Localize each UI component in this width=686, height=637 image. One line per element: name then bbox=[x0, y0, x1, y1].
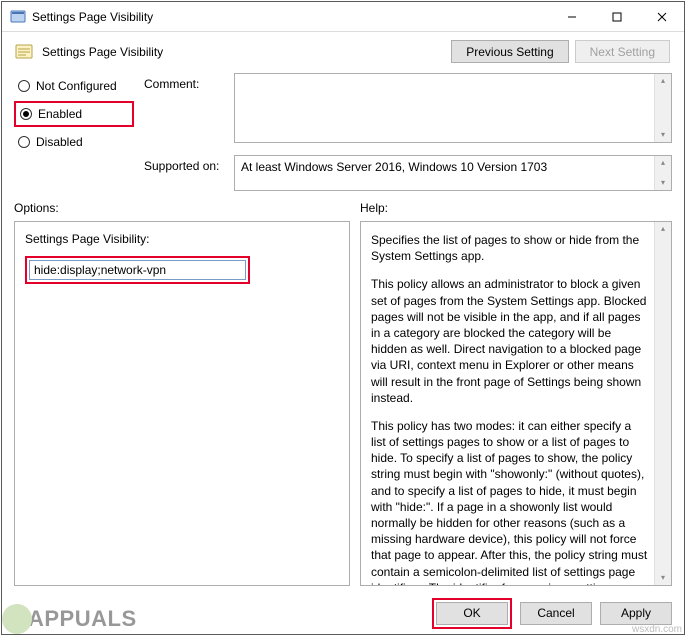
options-label: Options: bbox=[14, 201, 360, 215]
cancel-button[interactable]: Cancel bbox=[520, 602, 592, 625]
options-field-label: Settings Page Visibility: bbox=[25, 232, 339, 246]
radio-icon bbox=[18, 136, 30, 148]
header-row: Settings Page Visibility Previous Settin… bbox=[2, 32, 684, 69]
next-setting-button[interactable]: Next Setting bbox=[575, 40, 670, 63]
supported-on-label: Supported on: bbox=[144, 155, 234, 173]
titlebar: Settings Page Visibility bbox=[2, 2, 684, 32]
radio-label: Disabled bbox=[36, 135, 83, 149]
scrollbar[interactable]: ▴▾ bbox=[654, 74, 671, 142]
radio-enabled[interactable]: Enabled bbox=[16, 103, 132, 125]
supported-on-value: At least Windows Server 2016, Windows 10… bbox=[241, 160, 547, 174]
options-input-highlight bbox=[25, 256, 250, 284]
supported-on-box: At least Windows Server 2016, Windows 10… bbox=[234, 155, 672, 191]
policy-editor-window: Settings Page Visibility Settings Page V… bbox=[1, 1, 685, 635]
apple-icon bbox=[2, 604, 32, 634]
meta-column: Comment: ▴▾ Supported on: At least Windo… bbox=[144, 73, 672, 191]
dialog-footer: APPUALS OK Cancel Apply bbox=[2, 592, 684, 634]
previous-setting-button[interactable]: Previous Setting bbox=[451, 40, 568, 63]
help-label: Help: bbox=[360, 201, 388, 215]
radio-icon bbox=[18, 80, 30, 92]
upper-section: Not Configured Enabled Disabled Comment:… bbox=[2, 69, 684, 199]
header-title: Settings Page Visibility bbox=[42, 45, 451, 59]
window-title: Settings Page Visibility bbox=[32, 10, 549, 24]
radio-disabled[interactable]: Disabled bbox=[14, 131, 134, 153]
close-button[interactable] bbox=[639, 2, 684, 31]
scrollbar[interactable]: ▴▾ bbox=[654, 222, 671, 585]
apply-button[interactable]: Apply bbox=[600, 602, 672, 625]
ok-button[interactable]: OK bbox=[436, 602, 508, 625]
radio-label: Enabled bbox=[38, 107, 82, 121]
policy-icon bbox=[14, 42, 34, 62]
window-icon bbox=[10, 9, 26, 25]
comment-textarea[interactable]: ▴▾ bbox=[234, 73, 672, 143]
help-paragraph: Specifies the list of pages to show or h… bbox=[371, 232, 649, 264]
settings-page-visibility-input[interactable] bbox=[29, 260, 246, 280]
watermark-left-text: APPUALS bbox=[28, 606, 137, 632]
radio-label: Not Configured bbox=[36, 79, 117, 93]
maximize-button[interactable] bbox=[594, 2, 639, 31]
help-panel: Specifies the list of pages to show or h… bbox=[360, 221, 672, 586]
watermark-logo: APPUALS bbox=[2, 604, 137, 634]
state-radio-group: Not Configured Enabled Disabled bbox=[14, 73, 134, 191]
help-paragraph: This policy allows an administrator to b… bbox=[371, 276, 649, 406]
comment-label: Comment: bbox=[144, 73, 234, 91]
window-controls bbox=[549, 2, 684, 31]
scrollbar[interactable]: ▴▾ bbox=[654, 156, 671, 190]
lower-section: Settings Page Visibility: Specifies the … bbox=[2, 219, 684, 592]
section-labels: Options: Help: bbox=[2, 199, 684, 219]
ok-button-highlight: OK bbox=[432, 598, 512, 629]
help-paragraph: This policy has two modes: it can either… bbox=[371, 418, 649, 586]
radio-not-configured[interactable]: Not Configured bbox=[14, 75, 134, 97]
radio-icon bbox=[20, 108, 32, 120]
minimize-button[interactable] bbox=[549, 2, 594, 31]
options-panel: Settings Page Visibility: bbox=[14, 221, 350, 586]
